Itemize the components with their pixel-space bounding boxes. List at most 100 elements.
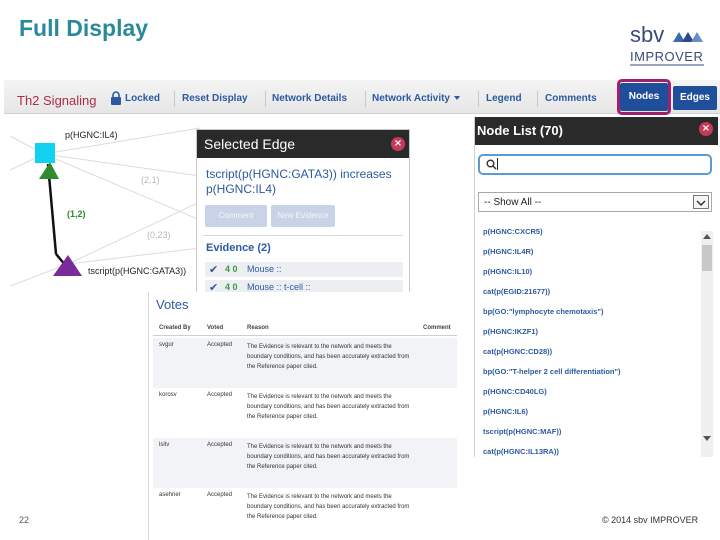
vote-user: lsitv — [159, 442, 170, 448]
graph-node-il4[interactable] — [35, 143, 55, 163]
node-filter-value: -- Show All -- — [484, 197, 542, 208]
node-list-item[interactable]: tscript(p(HGNC:MAF)) — [483, 427, 561, 436]
slide: Full Display sbv IMPROVER Th2 Signaling … — [0, 0, 720, 540]
node-filter-select[interactable]: -- Show All -- — [478, 192, 712, 212]
network-toolbar: Th2 Signaling Locked Reset Display Netwo… — [4, 79, 720, 115]
edge-statement: tscript(p(HGNC:GATA3)) increases p(HGNC:… — [206, 167, 392, 196]
evidence-item[interactable]: ✔ 4 0 Mouse :: — [205, 262, 403, 277]
toolbar-divider — [265, 91, 266, 107]
vote-status: Accepted — [207, 392, 233, 398]
vote-status: Accepted — [207, 442, 233, 448]
check-icon: ✔ — [209, 263, 219, 276]
text-cursor — [497, 158, 498, 170]
votes-header-comment: Comment — [423, 325, 451, 331]
new-evidence-button[interactable]: New Evidence — [271, 205, 335, 227]
node-list-item[interactable]: p(HGNC:IKZF1) — [483, 327, 538, 336]
vote-row: lsitv Accepted The Evidence is relevant … — [153, 438, 457, 488]
votes-title: Votes — [156, 297, 189, 312]
network-activity-label: Network Activity — [372, 93, 450, 104]
node-list-scrollbar[interactable] — [701, 231, 713, 457]
node-list-item[interactable]: p(HGNC:CXCR5) — [483, 227, 543, 236]
toolbar-divider — [537, 91, 538, 107]
chevron-down-icon — [453, 96, 460, 101]
node-list-item[interactable]: p(HGNC:IL10) — [483, 267, 532, 276]
evidence-score: 4 0 — [225, 264, 238, 274]
vote-reason: The Evidence is relevant to the network … — [247, 394, 410, 420]
node-list-title: Node List (70) — [477, 123, 563, 138]
vote-reason: The Evidence is relevant to the network … — [247, 494, 410, 520]
logo-brand: sbv — [630, 22, 665, 47]
node-list-item[interactable]: cat(p(HGNC:CD28)) — [483, 347, 552, 356]
votes-header-created-by: Created By — [159, 325, 191, 331]
lock-icon — [111, 91, 121, 105]
votes-header-voted: Voted — [207, 325, 224, 331]
votes-header-reason: Reason — [247, 325, 269, 331]
node-list-item[interactable]: p(HGNC:IL6) — [483, 407, 528, 416]
graph-edge-label-selected: (1,2) — [67, 209, 86, 219]
toolbar-divider — [478, 91, 479, 107]
node-list-item[interactable]: cat(p(HGNC:IL13RA)) — [483, 447, 559, 456]
vote-user: svgur — [159, 342, 174, 348]
reset-display-button[interactable]: Reset Display — [182, 93, 248, 104]
slide-title: Full Display — [19, 15, 149, 41]
graph-node-gata3-label: tscript(p(HGNC:GATA3)) — [88, 266, 186, 276]
evidence-title: Evidence (2) — [206, 242, 271, 254]
vote-user: asehrier — [159, 492, 181, 498]
logo-name: IMPROVER — [630, 49, 704, 64]
comment-button[interactable]: Comment — [205, 205, 267, 227]
votes-header-divider — [153, 335, 457, 336]
network-name: Th2 Signaling — [17, 93, 97, 108]
logo-tagline-bar — [630, 64, 704, 66]
edge-arrowhead — [39, 162, 59, 179]
evidence-text: Mouse :: — [247, 264, 282, 274]
nodes-highlight-ring — [617, 79, 671, 115]
selected-edge-panel: Selected Edge × tscript(p(HGNC:GATA3)) i… — [196, 129, 410, 297]
evidence-text: Mouse :: t-cell :: — [247, 282, 311, 292]
graph-node-il4-label: p(HGNC:IL4) — [65, 130, 118, 140]
vote-status: Accepted — [207, 492, 233, 498]
legend-button[interactable]: Legend — [486, 93, 522, 104]
votes-panel: Votes Created By Voted Reason Comment sv… — [148, 292, 460, 540]
selected-edge-header: Selected Edge × — [197, 130, 409, 158]
graph-edge-label-gray: (0,23) — [147, 230, 171, 240]
node-list-panel: Node List (70) × -- Show All -- p(HGNC:C… — [474, 117, 718, 457]
node-list-item[interactable]: p(HGNC:CD40LG) — [483, 387, 547, 396]
logo-mark-icon — [673, 32, 703, 42]
edges-button[interactable]: Edges — [673, 86, 717, 110]
node-list-item[interactable]: bp(GO:"T-helper 2 cell differentiation") — [483, 367, 621, 376]
evidence-score: 4 0 — [225, 282, 238, 292]
network-activity-menu[interactable]: Network Activity — [372, 93, 460, 104]
node-list-item[interactable]: bp(GO:"lymphocyte chemotaxis") — [483, 307, 603, 316]
edge-panel-divider — [203, 235, 403, 236]
vote-row: korosv Accepted The Evidence is relevant… — [153, 388, 457, 438]
toolbar-divider — [174, 91, 175, 107]
sbv-improver-logo: sbv IMPROVER — [628, 24, 706, 70]
selected-edge-title: Selected Edge — [204, 136, 296, 152]
chevron-down-icon — [693, 195, 709, 209]
comments-button[interactable]: Comments — [545, 93, 597, 104]
vote-status: Accepted — [207, 342, 233, 348]
slide-number: 22 — [19, 515, 30, 525]
graph-edge-label-gray: (2,1) — [141, 175, 160, 185]
network-graph[interactable]: p(HGNC:IL4) (2,1) (1,2) (0,23) tscript(p… — [10, 116, 200, 294]
scroll-up-icon[interactable] — [703, 234, 711, 239]
scroll-down-icon[interactable] — [703, 436, 711, 441]
close-icon[interactable]: × — [391, 137, 405, 151]
node-list-header: Node List (70) × — [475, 117, 718, 145]
vote-reason: The Evidence is relevant to the network … — [247, 444, 410, 470]
node-list-item[interactable]: p(HGNC:IL4R) — [483, 247, 533, 256]
node-search-input[interactable] — [478, 154, 712, 175]
vote-row: asehrier Accepted The Evidence is releva… — [153, 488, 457, 538]
graph-canvas: p(HGNC:IL4) (2,1) (1,2) (0,23) tscript(p… — [10, 127, 200, 287]
vote-reason: The Evidence is relevant to the network … — [247, 344, 410, 370]
copyright-notice: © 2014 sbv IMPROVER — [602, 515, 699, 525]
close-icon[interactable]: × — [699, 122, 713, 136]
network-details-button[interactable]: Network Details — [272, 93, 347, 104]
vote-row: svgur Accepted The Evidence is relevant … — [153, 338, 457, 388]
app-screenshot: Th2 Signaling Locked Reset Display Netwo… — [4, 79, 720, 540]
graph-node-gata3[interactable] — [53, 255, 82, 276]
vote-user: korosv — [159, 392, 177, 398]
node-list-item[interactable]: cat(p(EGID:21677)) — [483, 287, 550, 296]
locked-button[interactable]: Locked — [125, 93, 160, 104]
scrollbar-thumb[interactable] — [702, 245, 712, 271]
